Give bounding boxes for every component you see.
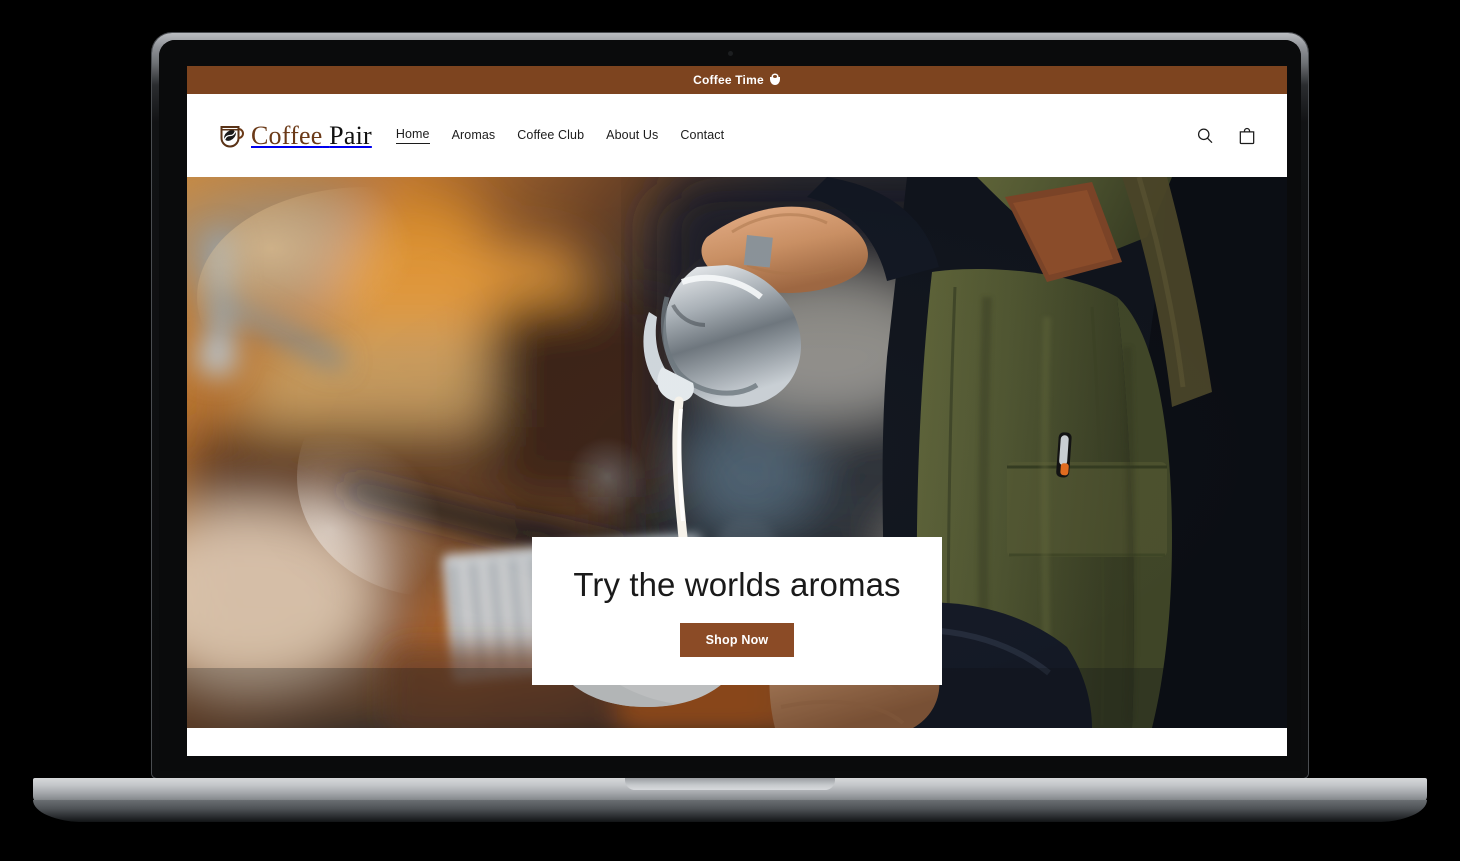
coffee-cup-bean-logo-icon xyxy=(219,122,244,150)
search-icon[interactable] xyxy=(1195,126,1215,146)
announcement-bar[interactable]: Coffee Time xyxy=(187,66,1287,94)
hero-heading: Try the worlds aromas xyxy=(573,565,901,603)
nav-item-home[interactable]: Home xyxy=(395,127,430,144)
main-navigation: Home Aromas Coffee Club About Us Contact xyxy=(395,127,724,144)
laptop-lid: Coffee Time Coffee Pair Home Aromas Coff… xyxy=(152,33,1308,778)
page-below-fold xyxy=(187,728,1287,756)
screenshot-stage: Coffee Time Coffee Pair Home Aromas Coff… xyxy=(0,0,1460,861)
laptop-bezel: Coffee Time Coffee Pair Home Aromas Coff… xyxy=(159,40,1301,771)
logo-link[interactable]: Coffee Pair xyxy=(219,121,372,151)
logo-text: Coffee Pair xyxy=(251,121,372,151)
logo-text-primary: Coffee xyxy=(251,120,323,150)
coffee-cup-icon xyxy=(769,74,781,86)
announcement-text: Coffee Time xyxy=(693,73,764,87)
laptop-base-notch xyxy=(625,778,835,790)
hero-section: Try the worlds aromas Shop Now xyxy=(187,177,1287,728)
nav-item-coffee-club[interactable]: Coffee Club xyxy=(517,128,584,144)
site-header: Coffee Pair Home Aromas Coffee Club Abou… xyxy=(187,94,1287,177)
header-icons xyxy=(1195,126,1257,146)
webcam-icon xyxy=(727,51,733,56)
shopping-bag-icon[interactable] xyxy=(1237,126,1257,146)
bezel-top xyxy=(159,40,1301,66)
nav-item-about-us[interactable]: About Us xyxy=(606,128,658,144)
browser-viewport: Coffee Time Coffee Pair Home Aromas Coff… xyxy=(187,66,1287,756)
hero-card: Try the worlds aromas Shop Now xyxy=(532,537,942,685)
logo-text-secondary: Pair xyxy=(329,120,372,150)
nav-item-aromas[interactable]: Aromas xyxy=(452,128,496,144)
laptop-base-lip xyxy=(33,800,1427,822)
shop-now-button[interactable]: Shop Now xyxy=(679,622,795,657)
nav-item-contact[interactable]: Contact xyxy=(680,128,724,144)
